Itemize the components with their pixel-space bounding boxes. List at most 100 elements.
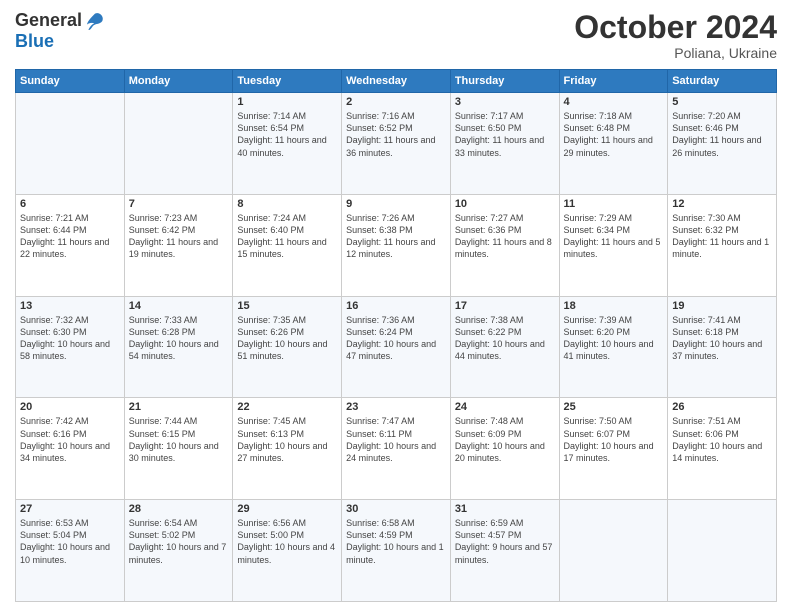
- day-info: Sunrise: 6:59 AMSunset: 4:57 PMDaylight:…: [455, 517, 555, 566]
- month-title: October 2024: [574, 10, 777, 45]
- calendar-day-cell: 26 Sunrise: 7:51 AMSunset: 6:06 PMDayligh…: [668, 398, 777, 500]
- day-number: 24: [455, 401, 555, 413]
- weekday-header: Saturday: [668, 70, 777, 93]
- calendar-day-cell: 31 Sunrise: 6:59 AMSunset: 4:57 PMDayligh…: [450, 500, 559, 602]
- day-number: 9: [346, 198, 446, 210]
- day-info: Sunrise: 7:35 AMSunset: 6:26 PMDaylight:…: [237, 314, 337, 363]
- weekday-header: Tuesday: [233, 70, 342, 93]
- calendar-day-cell: 23 Sunrise: 7:47 AMSunset: 6:11 PMDayligh…: [342, 398, 451, 500]
- weekday-header: Thursday: [450, 70, 559, 93]
- day-info: Sunrise: 7:32 AMSunset: 6:30 PMDaylight:…: [20, 314, 120, 363]
- weekday-header: Monday: [124, 70, 233, 93]
- day-number: 8: [237, 198, 337, 210]
- day-number: 14: [129, 300, 229, 312]
- location-subtitle: Poliana, Ukraine: [574, 45, 777, 61]
- day-info: Sunrise: 6:56 AMSunset: 5:00 PMDaylight:…: [237, 517, 337, 566]
- day-info: Sunrise: 7:38 AMSunset: 6:22 PMDaylight:…: [455, 314, 555, 363]
- day-info: Sunrise: 7:42 AMSunset: 6:16 PMDaylight:…: [20, 415, 120, 464]
- day-number: 12: [672, 198, 772, 210]
- logo: General Blue: [15, 10, 106, 52]
- day-info: Sunrise: 7:41 AMSunset: 6:18 PMDaylight:…: [672, 314, 772, 363]
- day-number: 31: [455, 503, 555, 515]
- day-info: Sunrise: 7:30 AMSunset: 6:32 PMDaylight:…: [672, 212, 772, 261]
- day-number: 15: [237, 300, 337, 312]
- calendar-day-cell: [16, 93, 125, 195]
- day-info: Sunrise: 6:54 AMSunset: 5:02 PMDaylight:…: [129, 517, 229, 566]
- day-number: 2: [346, 96, 446, 108]
- day-number: 21: [129, 401, 229, 413]
- calendar-day-cell: 30 Sunrise: 6:58 AMSunset: 4:59 PMDayligh…: [342, 500, 451, 602]
- day-info: Sunrise: 7:24 AMSunset: 6:40 PMDaylight:…: [237, 212, 337, 261]
- title-block: October 2024 Poliana, Ukraine: [574, 10, 777, 61]
- calendar-day-cell: 17 Sunrise: 7:38 AMSunset: 6:22 PMDayligh…: [450, 296, 559, 398]
- day-info: Sunrise: 7:17 AMSunset: 6:50 PMDaylight:…: [455, 110, 555, 159]
- day-info: Sunrise: 7:29 AMSunset: 6:34 PMDaylight:…: [564, 212, 664, 261]
- calendar-day-cell: 27 Sunrise: 6:53 AMSunset: 5:04 PMDayligh…: [16, 500, 125, 602]
- day-number: 23: [346, 401, 446, 413]
- day-number: 17: [455, 300, 555, 312]
- calendar-header-row: SundayMondayTuesdayWednesdayThursdayFrid…: [16, 70, 777, 93]
- calendar-day-cell: 12 Sunrise: 7:30 AMSunset: 6:32 PMDayligh…: [668, 194, 777, 296]
- day-number: 27: [20, 503, 120, 515]
- calendar-day-cell: 4 Sunrise: 7:18 AMSunset: 6:48 PMDaylight…: [559, 93, 668, 195]
- calendar-day-cell: 16Sunrise: 7:36 AMSunset: 6:24 PMDayligh…: [342, 296, 451, 398]
- weekday-header: Wednesday: [342, 70, 451, 93]
- day-number: 16: [346, 300, 446, 312]
- calendar-day-cell: 20Sunrise: 7:42 AMSunset: 6:16 PMDayligh…: [16, 398, 125, 500]
- logo-general-text: General: [15, 11, 82, 31]
- day-number: 30: [346, 503, 446, 515]
- day-info: Sunrise: 7:27 AMSunset: 6:36 PMDaylight:…: [455, 212, 555, 261]
- calendar-day-cell: [124, 93, 233, 195]
- day-number: 4: [564, 96, 664, 108]
- day-info: Sunrise: 6:58 AMSunset: 4:59 PMDaylight:…: [346, 517, 446, 566]
- day-number: 28: [129, 503, 229, 515]
- calendar-day-cell: 8 Sunrise: 7:24 AMSunset: 6:40 PMDaylight…: [233, 194, 342, 296]
- calendar-day-cell: 9 Sunrise: 7:26 AMSunset: 6:38 PMDaylight…: [342, 194, 451, 296]
- day-info: Sunrise: 7:51 AMSunset: 6:06 PMDaylight:…: [672, 415, 772, 464]
- logo-blue-text: Blue: [15, 31, 54, 51]
- weekday-header: Sunday: [16, 70, 125, 93]
- calendar-day-cell: 24 Sunrise: 7:48 AMSunset: 6:09 PMDayligh…: [450, 398, 559, 500]
- day-info: Sunrise: 7:48 AMSunset: 6:09 PMDaylight:…: [455, 415, 555, 464]
- day-number: 13: [20, 300, 120, 312]
- logo-bird-icon: [84, 10, 106, 32]
- calendar-day-cell: 22Sunrise: 7:45 AMSunset: 6:13 PMDayligh…: [233, 398, 342, 500]
- day-number: 10: [455, 198, 555, 210]
- day-number: 26: [672, 401, 772, 413]
- day-info: Sunrise: 7:18 AMSunset: 6:48 PMDaylight:…: [564, 110, 664, 159]
- calendar-day-cell: 6Sunrise: 7:21 AMSunset: 6:44 PMDaylight…: [16, 194, 125, 296]
- calendar-day-cell: 11 Sunrise: 7:29 AMSunset: 6:34 PMDayligh…: [559, 194, 668, 296]
- calendar-week-row: 6Sunrise: 7:21 AMSunset: 6:44 PMDaylight…: [16, 194, 777, 296]
- day-info: Sunrise: 6:53 AMSunset: 5:04 PMDaylight:…: [20, 517, 120, 566]
- day-number: 3: [455, 96, 555, 108]
- day-info: Sunrise: 7:14 AMSunset: 6:54 PMDaylight:…: [237, 110, 337, 159]
- day-number: 11: [564, 198, 664, 210]
- day-info: Sunrise: 7:16 AMSunset: 6:52 PMDaylight:…: [346, 110, 446, 159]
- calendar-day-cell: 19Sunrise: 7:41 AMSunset: 6:18 PMDayligh…: [668, 296, 777, 398]
- day-info: Sunrise: 7:33 AMSunset: 6:28 PMDaylight:…: [129, 314, 229, 363]
- day-info: Sunrise: 7:44 AMSunset: 6:15 PMDaylight:…: [129, 415, 229, 464]
- calendar-day-cell: 29 Sunrise: 6:56 AMSunset: 5:00 PMDayligh…: [233, 500, 342, 602]
- day-number: 29: [237, 503, 337, 515]
- calendar-day-cell: 10 Sunrise: 7:27 AMSunset: 6:36 PMDayligh…: [450, 194, 559, 296]
- calendar-day-cell: 2 Sunrise: 7:16 AMSunset: 6:52 PMDaylight…: [342, 93, 451, 195]
- calendar-day-cell: 1Sunrise: 7:14 AMSunset: 6:54 PMDaylight…: [233, 93, 342, 195]
- calendar-week-row: 20Sunrise: 7:42 AMSunset: 6:16 PMDayligh…: [16, 398, 777, 500]
- day-info: Sunrise: 7:47 AMSunset: 6:11 PMDaylight:…: [346, 415, 446, 464]
- day-info: Sunrise: 7:39 AMSunset: 6:20 PMDaylight:…: [564, 314, 664, 363]
- calendar-day-cell: 25Sunrise: 7:50 AMSunset: 6:07 PMDayligh…: [559, 398, 668, 500]
- day-number: 18: [564, 300, 664, 312]
- day-info: Sunrise: 7:26 AMSunset: 6:38 PMDaylight:…: [346, 212, 446, 261]
- day-number: 22: [237, 401, 337, 413]
- day-info: Sunrise: 7:21 AMSunset: 6:44 PMDaylight:…: [20, 212, 120, 261]
- day-info: Sunrise: 7:50 AMSunset: 6:07 PMDaylight:…: [564, 415, 664, 464]
- calendar-day-cell: [668, 500, 777, 602]
- calendar-day-cell: 3 Sunrise: 7:17 AMSunset: 6:50 PMDaylight…: [450, 93, 559, 195]
- calendar-week-row: 27 Sunrise: 6:53 AMSunset: 5:04 PMDayligh…: [16, 500, 777, 602]
- day-info: Sunrise: 7:20 AMSunset: 6:46 PMDaylight:…: [672, 110, 772, 159]
- calendar-day-cell: 5 Sunrise: 7:20 AMSunset: 6:46 PMDaylight…: [668, 93, 777, 195]
- calendar-day-cell: 15 Sunrise: 7:35 AMSunset: 6:26 PMDayligh…: [233, 296, 342, 398]
- calendar-week-row: 13 Sunrise: 7:32 AMSunset: 6:30 PMDayligh…: [16, 296, 777, 398]
- calendar-day-cell: 28 Sunrise: 6:54 AMSunset: 5:02 PMDayligh…: [124, 500, 233, 602]
- day-number: 5: [672, 96, 772, 108]
